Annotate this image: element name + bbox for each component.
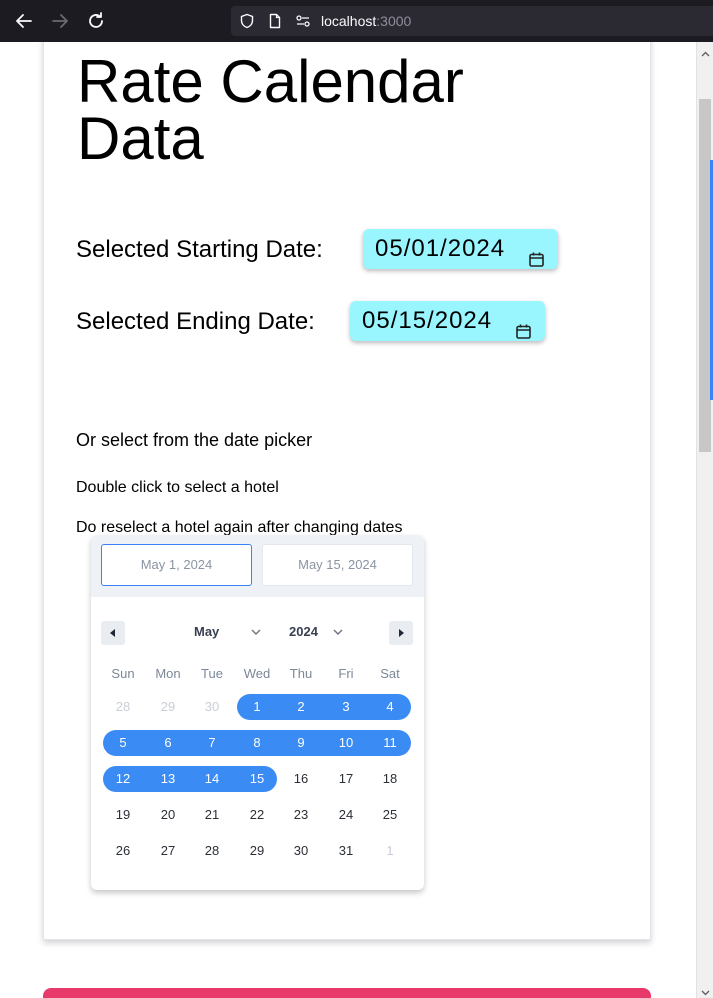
calendar-day[interactable]: 25 bbox=[370, 802, 410, 828]
calendar-day[interactable]: 31 bbox=[326, 838, 366, 864]
calendar-day[interactable]: 6 bbox=[148, 730, 188, 756]
calendar-day[interactable]: 2 bbox=[281, 694, 321, 720]
calendar-day[interactable]: 1 bbox=[370, 838, 410, 864]
calendar-day[interactable]: 14 bbox=[192, 766, 232, 792]
back-arrow-icon[interactable] bbox=[13, 10, 35, 32]
content-card: Rate Calendar Data Selected Starting Dat… bbox=[43, 42, 651, 940]
calendar-day[interactable]: 16 bbox=[281, 766, 321, 792]
hint-double-click-hotel: Double click to select a hotel bbox=[76, 479, 279, 496]
start-date-input[interactable]: 05/01/2024 bbox=[363, 229, 558, 269]
calendar-day[interactable]: 30 bbox=[281, 838, 321, 864]
calendar-day[interactable]: 29 bbox=[148, 694, 188, 720]
calendar-day[interactable]: 9 bbox=[281, 730, 321, 756]
date-range-picker: May 1, 2024 May 15, 2024 May 2024 Sun Mo… bbox=[91, 535, 424, 890]
shield-icon[interactable] bbox=[239, 13, 255, 29]
page-icon[interactable] bbox=[267, 13, 283, 29]
year-select[interactable]: 2024 bbox=[289, 624, 318, 639]
calendar-day[interactable]: 5 bbox=[103, 730, 143, 756]
reload-icon[interactable] bbox=[85, 10, 107, 32]
weekday-wed: Wed bbox=[243, 666, 271, 681]
range-end-input[interactable]: May 15, 2024 bbox=[262, 544, 413, 586]
weekday-sun: Sun bbox=[111, 666, 135, 681]
calendar-day[interactable]: 3 bbox=[326, 694, 366, 720]
range-input-bar: May 1, 2024 May 15, 2024 bbox=[91, 535, 424, 597]
end-date-input[interactable]: 05/15/2024 bbox=[350, 301, 545, 341]
url-text[interactable]: localhost:3000 bbox=[321, 13, 411, 29]
range-start-input[interactable]: May 1, 2024 bbox=[101, 544, 252, 586]
calendar-day[interactable]: 26 bbox=[103, 838, 143, 864]
calendar-day[interactable]: 29 bbox=[237, 838, 277, 864]
calendar-day[interactable]: 15 bbox=[237, 766, 277, 792]
chevron-down-icon[interactable] bbox=[249, 625, 263, 639]
forward-arrow-icon[interactable] bbox=[49, 10, 71, 32]
next-month-button[interactable] bbox=[389, 621, 413, 645]
calendar-day[interactable]: 20 bbox=[148, 802, 188, 828]
url-bar[interactable]: localhost:3000 bbox=[231, 6, 713, 36]
weekday-thu: Thu bbox=[289, 666, 313, 681]
month-select[interactable]: May bbox=[194, 624, 219, 639]
end-date-value: 05/15/2024 bbox=[362, 307, 493, 334]
scroll-up-icon[interactable] bbox=[701, 46, 710, 57]
permissions-icon[interactable] bbox=[295, 13, 311, 29]
page-title: Rate Calendar Data bbox=[77, 48, 464, 172]
calendar-day[interactable]: 17 bbox=[326, 766, 366, 792]
weekday-sat: Sat bbox=[380, 666, 400, 681]
calendar-day[interactable]: 7 bbox=[192, 730, 232, 756]
calendar-icon[interactable] bbox=[515, 313, 532, 339]
calendar-day[interactable]: 13 bbox=[148, 766, 188, 792]
calendar-day[interactable]: 24 bbox=[326, 802, 366, 828]
end-date-label: Selected Ending Date: bbox=[76, 308, 315, 335]
weekday-mon: Mon bbox=[155, 666, 181, 681]
next-section-header bbox=[43, 988, 651, 998]
calendar-day[interactable]: 12 bbox=[103, 766, 143, 792]
page-viewport: Rate Calendar Data Selected Starting Dat… bbox=[0, 42, 696, 998]
hint-date-picker: Or select from the date picker bbox=[76, 430, 313, 450]
browser-toolbar: localhost:3000 bbox=[0, 0, 713, 42]
prev-month-button[interactable] bbox=[101, 621, 125, 645]
calendar-day[interactable]: 30 bbox=[192, 694, 232, 720]
calendar-day[interactable]: 23 bbox=[281, 802, 321, 828]
weekday-fri: Fri bbox=[338, 666, 354, 681]
start-date-value: 05/01/2024 bbox=[375, 235, 506, 262]
url-host: localhost bbox=[321, 13, 377, 29]
calendar-day[interactable]: 27 bbox=[148, 838, 188, 864]
calendar-day[interactable]: 18 bbox=[370, 766, 410, 792]
calendar-day[interactable]: 4 bbox=[370, 694, 410, 720]
weekday-tue: Tue bbox=[201, 666, 223, 681]
calendar-day[interactable]: 21 bbox=[192, 802, 232, 828]
calendar-icon[interactable] bbox=[528, 241, 545, 267]
calendar-day[interactable]: 22 bbox=[237, 802, 277, 828]
calendar-day[interactable]: 10 bbox=[326, 730, 366, 756]
calendar-day[interactable]: 11 bbox=[370, 730, 410, 756]
scroll-down-icon[interactable] bbox=[701, 984, 710, 996]
start-date-label: Selected Starting Date: bbox=[76, 236, 323, 263]
calendar-day[interactable]: 1 bbox=[237, 694, 277, 720]
chevron-down-icon[interactable] bbox=[331, 625, 345, 639]
calendar-day[interactable]: 28 bbox=[192, 838, 232, 864]
url-port: :3000 bbox=[376, 13, 412, 29]
calendar-day[interactable]: 8 bbox=[237, 730, 277, 756]
calendar-day[interactable]: 28 bbox=[103, 694, 143, 720]
calendar-day[interactable]: 19 bbox=[103, 802, 143, 828]
